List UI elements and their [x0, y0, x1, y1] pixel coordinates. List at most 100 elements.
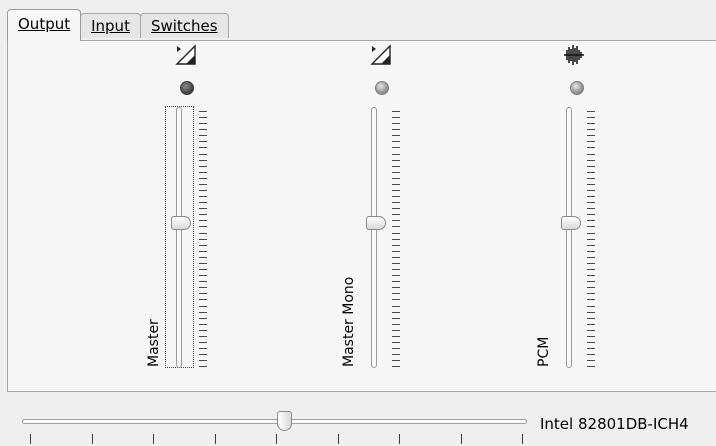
- slider-tick: [587, 262, 595, 264]
- slider-tick: [392, 177, 400, 179]
- balance-tick: [30, 434, 31, 444]
- slider-tick: [392, 183, 400, 185]
- slider-tick: [199, 354, 207, 356]
- channel-pcm: PCM: [518, 41, 658, 393]
- slider-tick: [199, 232, 207, 234]
- volume-slider-thumb[interactable]: [561, 215, 581, 230]
- slider-tick: [392, 117, 400, 119]
- slider-tick: [392, 165, 400, 167]
- channel-master: Master: [128, 41, 268, 393]
- slider-tick: [392, 293, 400, 295]
- slider-tick: [587, 329, 595, 331]
- slider-tick: [199, 165, 207, 167]
- slider-tick: [392, 147, 400, 149]
- slider-tick: [392, 354, 400, 356]
- slider-tick: [199, 323, 207, 325]
- slider-tick: [587, 111, 595, 112]
- slider-tick: [199, 262, 207, 264]
- mixer-panel: Master Master Mono PCM: [7, 40, 716, 392]
- slider-tick: [199, 348, 207, 350]
- volume-slider-thumb[interactable]: [171, 215, 191, 230]
- slider-tick: [392, 341, 400, 343]
- master-balance-slider[interactable]: [22, 419, 527, 424]
- device-name: Intel 82801DB-ICH4: [540, 415, 689, 433]
- slider-tick: [392, 360, 400, 362]
- slider-tick: [199, 171, 207, 173]
- slider-tick: [392, 196, 400, 198]
- slider-tick: [199, 250, 207, 252]
- slider-tick: [199, 269, 207, 271]
- tab-bar: Output Input Switches: [7, 9, 229, 41]
- slider-tick: [199, 159, 207, 161]
- slider-tick: [587, 360, 595, 362]
- slider-tick: [199, 275, 207, 277]
- slider-tick: [587, 196, 595, 198]
- slider-tick: [392, 226, 400, 228]
- slider-tick: [199, 141, 207, 143]
- slider-tick: [199, 177, 207, 179]
- mute-led[interactable]: [180, 81, 194, 95]
- mute-led[interactable]: [375, 81, 389, 95]
- slider-tick: [392, 220, 400, 222]
- volume-slider-master[interactable]: [176, 107, 182, 368]
- slider-tick: [392, 153, 400, 155]
- slider-tick: [392, 269, 400, 271]
- volume-slider-master-mono[interactable]: [371, 107, 377, 368]
- slider-tick: [587, 287, 595, 289]
- slider-tick: [587, 147, 595, 149]
- slider-tick: [392, 335, 400, 337]
- slider-tick: [587, 323, 595, 325]
- tab-output[interactable]: Output: [7, 9, 82, 41]
- slider-tick: [587, 141, 595, 143]
- slider-tick: [587, 341, 595, 343]
- slider-tick: [587, 117, 595, 119]
- channel-label-master-mono: Master Mono: [341, 276, 357, 367]
- slider-tick: [587, 281, 595, 283]
- slider-tick: [392, 262, 400, 264]
- mute-led[interactable]: [570, 81, 584, 95]
- slider-tick: [199, 183, 207, 185]
- slider-tick: [587, 220, 595, 222]
- slider-ticks: [587, 111, 595, 372]
- slider-tick: [587, 226, 595, 228]
- slider-tick: [392, 287, 400, 289]
- slider-tick: [392, 202, 400, 204]
- slider-tick: [392, 329, 400, 331]
- slider-tick: [587, 348, 595, 350]
- slider-tick: [392, 141, 400, 143]
- tab-input[interactable]: Input: [80, 13, 141, 38]
- slider-tick: [587, 269, 595, 271]
- tab-switches-label: Switches: [150, 17, 218, 35]
- slider-tick: [587, 238, 595, 240]
- slider-tick: [392, 190, 400, 192]
- slider-tick: [199, 238, 207, 240]
- slider-tick: [587, 153, 595, 155]
- slider-tick: [199, 147, 207, 149]
- slider-tick: [587, 190, 595, 192]
- slider-tick: [199, 317, 207, 319]
- slider-ticks: [199, 111, 207, 372]
- balance-tick: [399, 434, 400, 444]
- master-balance-thumb[interactable]: [276, 411, 292, 431]
- tab-input-label: Input: [91, 17, 130, 35]
- slider-tick: [199, 281, 207, 283]
- slider-tick: [392, 171, 400, 173]
- slider-tick: [587, 232, 595, 234]
- slider-tick: [392, 159, 400, 161]
- slider-tick: [587, 202, 595, 204]
- slider-tick: [199, 341, 207, 343]
- slider-tick: [587, 293, 595, 295]
- tab-switches[interactable]: Switches: [139, 13, 229, 38]
- slider-tick: [199, 305, 207, 307]
- volume-slider-pcm[interactable]: [566, 107, 572, 368]
- balance-tick: [214, 434, 216, 444]
- slider-tick: [587, 177, 595, 179]
- slider-tick: [392, 305, 400, 307]
- slider-tick: [392, 348, 400, 350]
- volume-slider-thumb[interactable]: [366, 215, 386, 230]
- slider-tick: [587, 366, 595, 368]
- slider-tick: [392, 311, 400, 313]
- slider-tick: [587, 129, 595, 131]
- slider-tick: [199, 214, 207, 216]
- slider-tick: [392, 250, 400, 252]
